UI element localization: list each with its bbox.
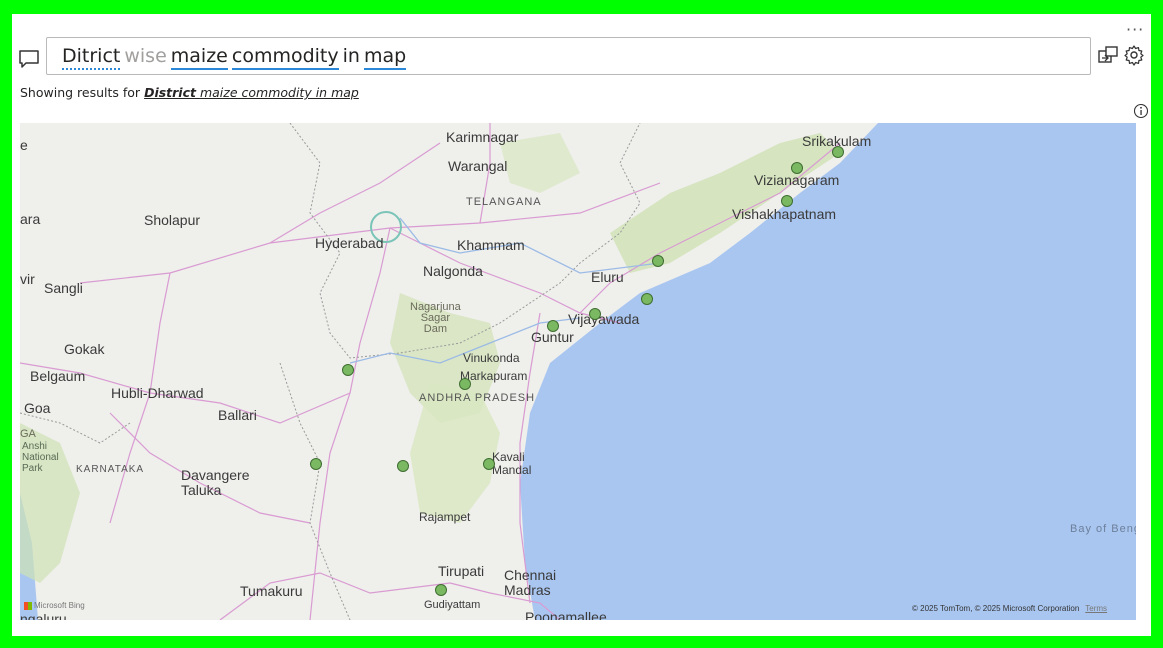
label-khammam: Khammam <box>457 237 525 253</box>
label-vizianagaram: Vizianagaram <box>754 172 840 188</box>
map-point[interactable] <box>342 364 354 376</box>
map-copyright: © 2025 TomTom, © 2025 Microsoft Corporat… <box>912 604 1107 613</box>
token-wise: wise <box>124 45 167 67</box>
results-bold: District <box>144 85 196 100</box>
map-point[interactable] <box>483 458 495 470</box>
map-point[interactable] <box>641 293 653 305</box>
map-point[interactable] <box>547 320 559 332</box>
label-nagarjuna-sagar-dam: Nagarjuna Sagar Dam <box>410 301 461 335</box>
label-ga-partial: GA <box>20 428 36 440</box>
map-point[interactable] <box>459 378 471 390</box>
chat-icon[interactable] <box>18 48 40 70</box>
label-karimnagar: Karimnagar <box>446 129 519 145</box>
map-point[interactable] <box>652 255 664 267</box>
label-warangal: Warangal <box>448 158 508 174</box>
label-bay-of-bengal: Bay of Beng <box>1070 523 1136 535</box>
label-anshi-national-park: Anshi National Park <box>22 441 59 474</box>
results-prefix: Showing results for <box>20 85 141 100</box>
label-gokak: Gokak <box>64 341 105 357</box>
label-karnataka: KARNATAKA <box>76 464 145 475</box>
label-chennai-madras: Chennai Madras <box>504 567 557 598</box>
map-visual[interactable]: Karimnagar Warangal TELANGANA Srikakulam… <box>20 123 1136 620</box>
label-vir-partial: vir <box>20 271 35 287</box>
turn-into-visual-icon[interactable] <box>1097 44 1119 66</box>
question-input[interactable]: Ditrict wise maize commodity in map <box>46 37 1091 75</box>
label-vinukonda: Vinukonda <box>463 351 520 365</box>
label-gudiyattam: Gudiyattam <box>424 599 481 611</box>
label-eluru: Eluru <box>591 269 624 285</box>
map-point[interactable] <box>397 460 409 472</box>
label-ara-partial: ara <box>20 211 41 227</box>
showing-results-text: Showing results for District maize commo… <box>20 85 359 100</box>
label-davangere-taluka: Davangere Taluka <box>181 467 250 498</box>
question-text: Ditrict wise maize commodity in map <box>62 45 410 70</box>
label-sangli: Sangli <box>44 280 83 296</box>
label-goa: Goa <box>24 400 51 416</box>
map-point[interactable] <box>781 195 793 207</box>
label-tumakuru: Tumakuru <box>240 583 303 599</box>
bing-logo: Microsoft Bing <box>24 601 85 610</box>
more-options-icon[interactable]: ··· <box>1126 20 1144 39</box>
results-rest: maize commodity in map <box>199 85 359 100</box>
results-query-link[interactable]: District maize commodity in map <box>144 85 359 100</box>
label-galuru-partial: ngaluru <box>20 611 67 621</box>
label-vishakhapatnam: Vishakhapatnam <box>732 206 837 222</box>
label-nalgonda: Nalgonda <box>423 263 483 279</box>
label-poonamallee: Poonamallee <box>525 609 607 621</box>
token-ditrict: Ditrict <box>62 45 121 70</box>
token-maize: maize <box>170 45 228 70</box>
copyright-text: © 2025 TomTom, © 2025 Microsoft Corporat… <box>912 604 1080 613</box>
label-belgaum: Belgaum <box>30 368 86 384</box>
gear-icon[interactable] <box>1123 44 1145 66</box>
map-basemap <box>20 123 1136 620</box>
map-point[interactable] <box>791 162 803 174</box>
map-point[interactable] <box>589 308 601 320</box>
label-guntur: Guntur <box>531 329 574 345</box>
bing-text: Microsoft Bing <box>34 601 85 610</box>
terms-link[interactable]: Terms <box>1085 604 1107 613</box>
label-hubli-dharwad: Hubli-Dharwad <box>111 385 204 401</box>
token-in: in <box>342 45 360 67</box>
label-tirupati: Tirupati <box>438 563 485 579</box>
label-rajampet: Rajampet <box>419 510 471 524</box>
label-kavali-mandal: Kavali Mandal <box>492 450 532 477</box>
map-point[interactable] <box>435 584 447 596</box>
token-commodity: commodity <box>231 45 339 70</box>
label-ballari: Ballari <box>218 407 257 423</box>
token-map: map <box>363 45 407 70</box>
map-point[interactable] <box>832 146 844 158</box>
info-icon[interactable] <box>1133 103 1149 119</box>
map-point[interactable] <box>310 458 322 470</box>
label-telangana: TELANGANA <box>466 196 542 208</box>
label-vijayawada: Vijayawada <box>568 311 640 327</box>
label-hyderabad: Hyderabad <box>315 235 384 251</box>
label-e-partial: e <box>20 137 28 153</box>
label-andhra-pradesh: ANDHRA PRADESH <box>419 392 536 404</box>
label-sholapur: Sholapur <box>144 212 201 228</box>
qa-visual: ··· Ditrict wise maize commodity in map Showi… <box>12 14 1151 636</box>
